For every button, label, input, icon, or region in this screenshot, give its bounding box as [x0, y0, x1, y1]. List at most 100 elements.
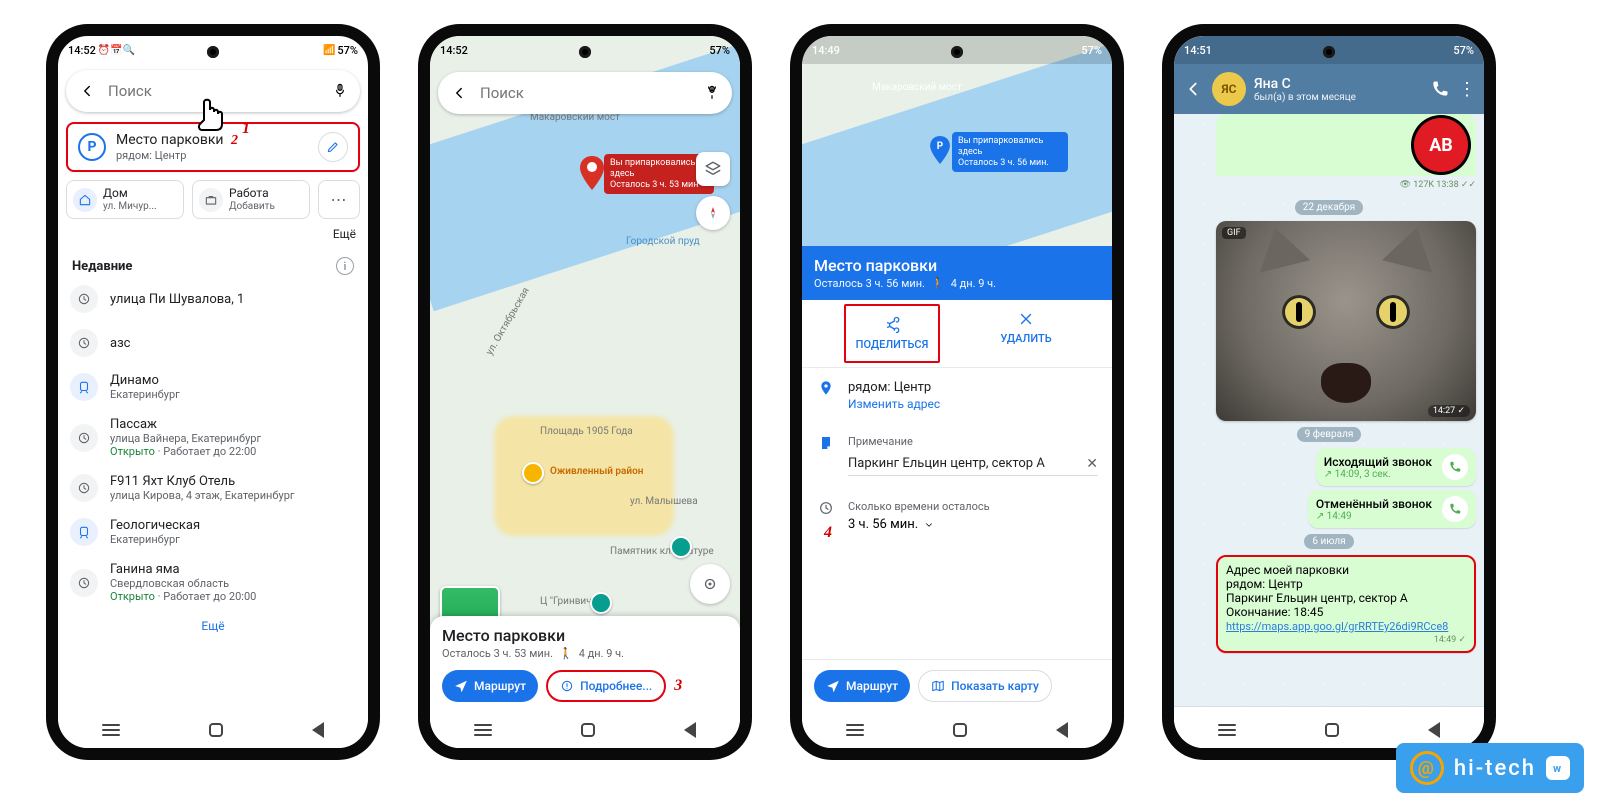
back-icon[interactable] — [450, 84, 468, 102]
map-label: Ц "Гринвич" — [540, 596, 595, 607]
show-map-button[interactable]: Показать карту — [918, 670, 1052, 702]
status-bar: 14:52 57% — [430, 36, 740, 64]
list-item[interactable]: Геологическая Екатеринбург — [64, 510, 362, 554]
parking-pin-icon[interactable]: P — [930, 136, 950, 164]
date-separator: 9 февраля — [1297, 427, 1362, 442]
annotation-3: 3 — [674, 677, 682, 695]
compass-button[interactable] — [696, 196, 730, 230]
details-button[interactable]: Подробнее... — [546, 670, 666, 702]
mic-icon[interactable] — [332, 83, 348, 99]
work-chip[interactable]: Работа Добавить — [192, 180, 310, 219]
delete-button[interactable]: УДАЛИТЬ — [940, 300, 1112, 367]
layers-button[interactable] — [696, 152, 730, 186]
map-label: Площадь 1905 Года — [540, 426, 633, 437]
date-separator: 22 декабря — [1295, 200, 1363, 215]
message-meta: 👁 127K 13:38 ✓✓ — [1174, 178, 1484, 194]
search-input[interactable] — [478, 83, 694, 103]
watermark: @ hi-tech w — [1396, 743, 1584, 793]
time-label: Сколько времени осталось — [848, 500, 990, 513]
nav-home-icon[interactable] — [953, 723, 967, 737]
map-label: Памятник клавиатуре — [610, 546, 714, 557]
bottom-sheet[interactable]: Место парковки Осталось 3 ч. 53 мин. 🚶 4… — [430, 616, 740, 712]
chat-status: был(а) в этом месяце — [1254, 92, 1422, 103]
route-button[interactable]: Маршрут — [814, 670, 910, 702]
call-message[interactable]: Исходящий звонок ↗ 14:09, 3 сек. — [1316, 448, 1476, 486]
call-message[interactable]: Отменённый звонок ↗ 14:49 — [1308, 490, 1476, 528]
back-icon[interactable] — [78, 82, 96, 100]
more-chip[interactable]: ⋯ — [318, 180, 360, 219]
nav-back-icon[interactable] — [684, 722, 696, 738]
phone-icon[interactable] — [1442, 496, 1468, 522]
gif-badge: GIF — [1222, 227, 1246, 239]
home-sub: ул. Мичур... — [103, 201, 157, 213]
vk-icon: w — [1546, 756, 1570, 780]
chat-header[interactable]: ЯС Яна С был(а) в этом месяце ⋮ — [1174, 64, 1484, 114]
map-view[interactable]: Макаровский мост P Вы припарковались зде… — [802, 36, 1112, 246]
nav-back-icon[interactable] — [1056, 722, 1068, 738]
nav-home-icon[interactable] — [209, 723, 223, 737]
nav-back-icon[interactable] — [1428, 722, 1440, 738]
nav-recent-icon[interactable] — [102, 729, 120, 731]
parking-pin-icon[interactable] — [580, 156, 604, 190]
nav-recent-icon[interactable] — [474, 729, 492, 731]
list-item[interactable]: Динамо Екатеринбург — [64, 365, 362, 409]
sheet-walk-time: 4 дн. 9 ч. — [579, 647, 624, 660]
edit-button[interactable] — [318, 132, 348, 162]
list-item[interactable]: улица Пи Шувалова, 1 — [64, 277, 362, 321]
info-icon[interactable]: i — [336, 257, 354, 275]
address-row[interactable]: рядом: Центр Изменить адрес — [802, 368, 1112, 423]
metro-icon — [70, 373, 98, 401]
clear-icon[interactable]: ✕ — [1086, 456, 1098, 472]
msg-link[interactable]: https://maps.app.goo.gl/grRRTEy26di9RCce… — [1226, 620, 1448, 633]
annotation-1: 1 — [242, 120, 250, 138]
android-nav — [58, 712, 368, 748]
route-button[interactable]: Маршрут — [442, 670, 538, 702]
nav-home-icon[interactable] — [581, 723, 595, 737]
list-item[interactable]: азс — [64, 321, 362, 365]
parking-tooltip: Вы припарковались здесь Осталось 3 ч. 56… — [952, 132, 1068, 172]
list-item[interactable]: Пассаж улица Вайнера, Екатеринбург Откры… — [64, 409, 362, 466]
pointer-hand-icon — [190, 96, 234, 150]
walk-icon: 🚶 — [559, 647, 573, 660]
phone-icon[interactable] — [1430, 79, 1450, 99]
sheet-title: Место парковки — [442, 626, 728, 645]
clock-icon — [70, 285, 98, 313]
my-location-button[interactable] — [690, 564, 730, 604]
map-label: Оживленный район — [550, 466, 643, 477]
nav-recent-icon[interactable] — [846, 729, 864, 731]
map-poi-icon[interactable] — [590, 592, 612, 614]
nav-back-icon[interactable] — [312, 722, 324, 738]
forwarded-message[interactable]: AB — [1216, 114, 1476, 176]
chat-body[interactable]: AB 👁 127K 13:38 ✓✓ 22 декабря GIF 14:27 … — [1174, 114, 1484, 706]
clock-icon — [816, 500, 836, 520]
map-label: Городской пруд — [626, 236, 700, 247]
nav-recent-icon[interactable] — [1218, 729, 1236, 731]
watermark-label: hi-tech — [1454, 756, 1536, 781]
status-bar: 14:52 ⏰📅🔍 📶57% — [58, 36, 368, 64]
recent-list: улица Пи Шувалова, 1 азс Динамо Екатерин… — [58, 277, 368, 611]
status-time: 14:52 — [68, 44, 96, 57]
dots-icon: ⋯ — [331, 190, 348, 209]
more-link[interactable]: Ещё — [58, 611, 368, 641]
phone-icon[interactable] — [1442, 454, 1468, 480]
briefcase-icon — [199, 188, 223, 212]
work-label: Работа — [229, 187, 275, 201]
change-address-link[interactable]: Изменить адрес — [848, 397, 940, 411]
nav-home-icon[interactable] — [1325, 723, 1339, 737]
share-button[interactable]: ПОДЕЛИТЬСЯ — [844, 304, 940, 363]
map-poi-icon[interactable] — [522, 462, 544, 484]
bottom-actions: Маршрут Показать карту — [802, 659, 1112, 712]
home-chip[interactable]: Дом ул. Мичур... — [66, 180, 184, 219]
list-item[interactable]: F911 Яхт Клуб Отель улица Кирова, 4 этаж… — [64, 466, 362, 510]
avatar[interactable]: ЯС — [1212, 72, 1246, 106]
map-poi-icon[interactable] — [670, 536, 692, 558]
back-icon[interactable] — [1182, 78, 1204, 100]
mic-icon[interactable] — [704, 85, 720, 101]
gif-message[interactable]: GIF 14:27 ✓ — [1216, 221, 1476, 421]
note-input[interactable]: Паркинг Ельцин центр, сектор А ✕ — [848, 452, 1098, 476]
menu-icon[interactable]: ⋮ — [1458, 79, 1476, 100]
parking-message[interactable]: Адрес моей парковки рядом: Центр Паркинг… — [1216, 555, 1476, 653]
time-row[interactable]: Сколько времени осталось 3 ч. 56 мин. — [802, 488, 1112, 544]
list-item[interactable]: Ганина яма Свердловская область Открыто … — [64, 554, 362, 611]
search-bar[interactable] — [438, 72, 732, 114]
